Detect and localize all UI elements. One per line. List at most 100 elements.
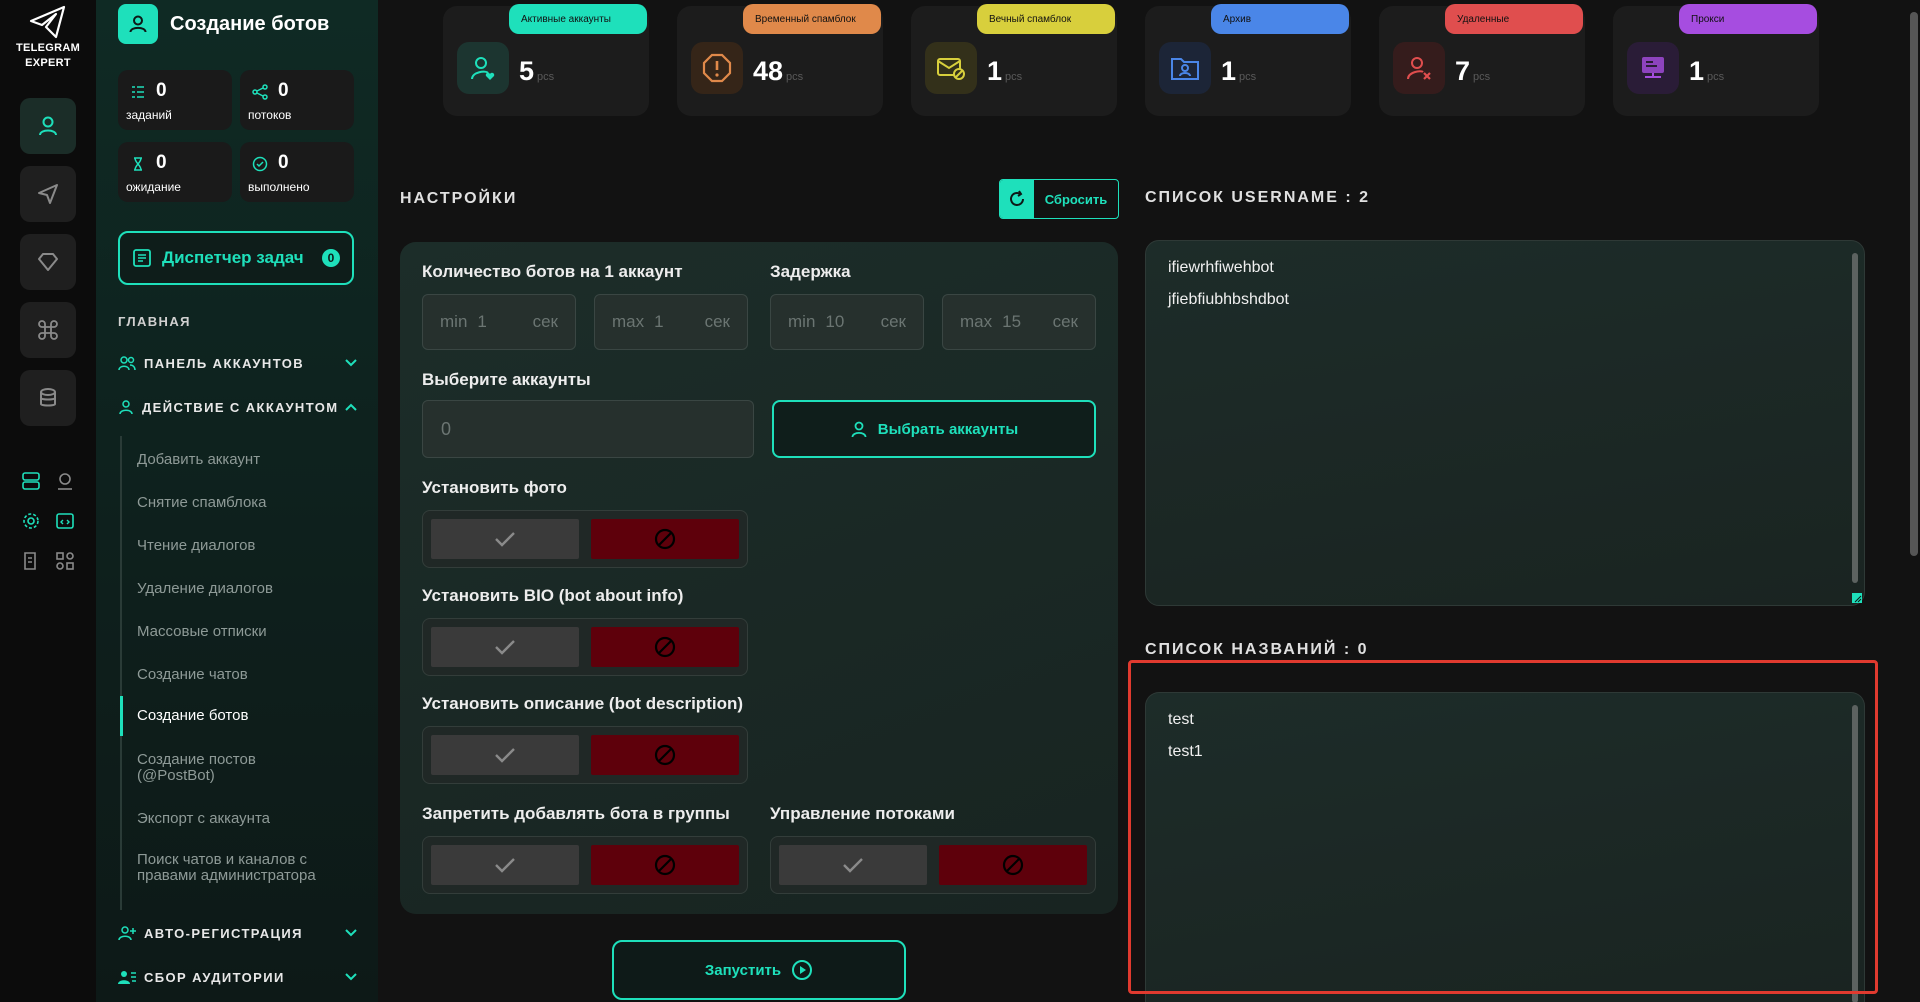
toggle-yes-button[interactable]: [431, 845, 579, 885]
bots-per-account-label: Количество ботов на 1 аккаунт: [422, 262, 683, 281]
block-icon: [654, 636, 676, 658]
stat-value: 0: [156, 152, 167, 173]
delay-min-field[interactable]: min 10 сек: [770, 294, 924, 350]
accounts-input[interactable]: 0: [422, 400, 754, 458]
delay-max-field[interactable]: max 15 сек: [942, 294, 1096, 350]
check-icon: [495, 748, 515, 763]
page-scrollbar[interactable]: [1910, 12, 1918, 556]
card-tag: Вечный спамблок: [977, 4, 1115, 34]
dispatcher-label: Диспетчер задач: [162, 248, 304, 267]
rail-diamond-button[interactable]: [20, 234, 76, 290]
card-deleted[interactable]: Удаленные 7 pcs: [1379, 4, 1585, 116]
location-user-icon[interactable]: [54, 470, 76, 492]
card-temp-spamblock[interactable]: Временный спамблок 48 pcs: [677, 4, 883, 116]
sidebar-item-read-dialogs[interactable]: Чтение диалогов: [137, 538, 357, 554]
check-icon: [495, 858, 515, 873]
reset-button[interactable]: Сбросить: [999, 179, 1119, 219]
threads-toggle: [770, 836, 1096, 894]
toggle-no-button[interactable]: [939, 845, 1087, 885]
card-unit: pcs: [537, 71, 555, 83]
database-icon: [40, 388, 56, 407]
sidebar-item-add-account[interactable]: Добавить аккаунт: [137, 452, 357, 468]
sidebar-item-mass-unsubscribe[interactable]: Массовые отписки: [137, 624, 357, 640]
sidebar-item-create-chats[interactable]: Создание чатов: [137, 667, 357, 683]
usernames-textarea[interactable]: ifiewrhfiwehbot jfiebfiubhbshdbot: [1145, 240, 1865, 606]
share-icon: [252, 84, 268, 100]
sidebar-item-delete-dialogs[interactable]: Удаление диалогов: [137, 581, 357, 597]
sidebar-item-export[interactable]: Экспорт с аккаунта: [137, 811, 357, 827]
sidebar-item-admin-search[interactable]: Поиск чатов и каналов с правами админист…: [137, 852, 347, 884]
document-check-icon[interactable]: [20, 550, 42, 572]
usernames-scrollbar[interactable]: [1852, 253, 1858, 583]
hourglass-icon: [134, 157, 142, 171]
field-prefix: max: [612, 312, 645, 331]
card-value: 1 pcs: [1221, 56, 1257, 86]
user-icon: [851, 421, 867, 438]
stat-value: 0: [278, 152, 289, 173]
choose-accounts-button[interactable]: Выбрать аккаунты: [772, 400, 1096, 458]
stat-done: 0 выполнено: [240, 142, 354, 202]
set-bio-toggle: [422, 618, 748, 676]
toggle-yes-button[interactable]: [431, 519, 579, 559]
set-photo-toggle: [422, 510, 748, 568]
app-logo[interactable]: TELEGRAM EXPERT: [0, 4, 96, 70]
card-unit: pcs: [1239, 71, 1257, 83]
logo-text-line2: EXPERT: [25, 57, 71, 69]
rail-database-button[interactable]: [20, 370, 76, 426]
paper-plane-logo-icon: [29, 5, 66, 39]
nav-audience[interactable]: СБОР АУДИТОРИИ: [118, 966, 358, 988]
choose-accounts-label: Выберите аккаунты: [422, 370, 591, 389]
card-proxy[interactable]: Прокси 1 pcs: [1613, 4, 1819, 116]
play-circle-icon: [792, 960, 813, 980]
block-icon: [654, 528, 676, 550]
server-icon[interactable]: [20, 470, 42, 492]
nav-auto-registration[interactable]: АВТО-РЕГИСТРАЦИЯ: [118, 922, 358, 944]
card-value: 48 pcs: [753, 56, 804, 86]
toggle-yes-button[interactable]: [779, 845, 927, 885]
refresh-icon: [1000, 180, 1034, 218]
toggle-yes-button[interactable]: [431, 735, 579, 775]
command-icon: [38, 320, 58, 340]
settings-gear-icon[interactable]: [20, 510, 42, 532]
card-tag: Удаленные: [1445, 4, 1583, 34]
nav-account-actions[interactable]: ДЕЙСТВИЕ С АККАУНТОМ: [118, 396, 358, 418]
stat-label: потоков: [248, 108, 292, 122]
card-permanent-spamblock[interactable]: Вечный спамблок 1 pcs: [911, 4, 1117, 116]
nav-accounts-panel[interactable]: ПАНЕЛЬ АККАУНТОВ: [118, 352, 358, 374]
sidebar-item-create-bots[interactable]: Создание ботов: [137, 708, 357, 724]
bots-min-field[interactable]: min 1 сек: [422, 294, 576, 350]
rail-send-button[interactable]: [20, 166, 76, 222]
card-archive[interactable]: Архив 1 pcs: [1145, 4, 1351, 116]
choose-accounts-label: Выбрать аккаунты: [877, 420, 1019, 438]
toggle-no-button[interactable]: [591, 735, 739, 775]
toggle-no-button[interactable]: [591, 627, 739, 667]
forbid-groups-label: Запретить добавлять бота в группы: [422, 804, 730, 823]
delay-label: Задержка: [770, 262, 851, 281]
field-unit: сек: [880, 312, 906, 331]
rail-command-button[interactable]: [20, 302, 76, 358]
card-active-accounts[interactable]: Активные аккаунты 5 pcs: [443, 4, 649, 116]
sidebar-item-spamblock[interactable]: Снятие спамблока: [137, 495, 357, 511]
nav-label: ПАНЕЛЬ АККАУНТОВ: [144, 355, 305, 371]
bots-max-field[interactable]: max 1 сек: [594, 294, 748, 350]
card-value: 1 pcs: [1689, 56, 1725, 86]
launch-button[interactable]: Запустить: [612, 940, 906, 1000]
card-unit: pcs: [1707, 71, 1725, 83]
settings-panel: Количество ботов на 1 аккаунт Задержка m…: [400, 242, 1118, 914]
sidebar-item-create-posts[interactable]: Создание постов (@PostBot): [137, 752, 277, 784]
apps-grid-icon[interactable]: [54, 550, 76, 572]
toggle-no-button[interactable]: [591, 519, 739, 559]
toggle-no-button[interactable]: [591, 845, 739, 885]
stat-threads: 0 потоков: [240, 70, 354, 130]
field-prefix: min: [440, 312, 468, 331]
block-icon: [654, 854, 676, 876]
toggle-yes-button[interactable]: [431, 627, 579, 667]
users-icon: [118, 356, 136, 371]
set-photo-label: Установить фото: [422, 478, 567, 497]
mail-block-icon: [925, 42, 977, 94]
rail-accounts-button[interactable]: [20, 98, 76, 154]
stat-waiting: 0 ожидание: [118, 142, 232, 202]
code-window-icon[interactable]: [54, 510, 76, 532]
task-dispatcher-button[interactable]: Диспетчер задач 0: [118, 231, 354, 285]
user-plus-icon: [118, 926, 136, 941]
